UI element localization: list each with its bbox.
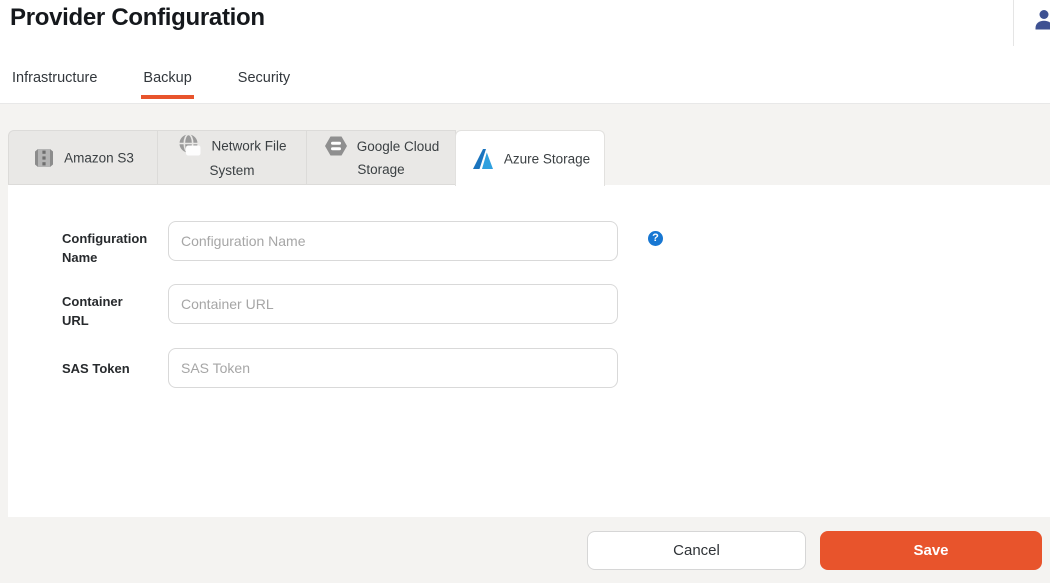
- sas-token-input[interactable]: [168, 348, 618, 388]
- container-url-input[interactable]: [168, 284, 618, 324]
- sas-token-label: SAS Token: [62, 359, 148, 378]
- amazon-s3-icon: [32, 146, 56, 170]
- tab-google-cloud-storage[interactable]: Google Cloud Storage: [306, 130, 456, 185]
- page-body: Amazon S3 Network File System: [0, 104, 1050, 583]
- tab-label: Google Cloud Storage: [357, 139, 440, 177]
- container-url-label: Container URL: [62, 292, 148, 330]
- cancel-button[interactable]: Cancel: [587, 531, 806, 570]
- page-title: Provider Configuration: [10, 4, 265, 32]
- nav-tab-security[interactable]: Security: [236, 70, 292, 99]
- tab-azure-storage[interactable]: Azure Storage: [455, 130, 605, 186]
- nav-tab-infrastructure[interactable]: Infrastructure: [10, 70, 99, 99]
- form-actions: Cancel Save: [0, 517, 1050, 583]
- tab-label: Azure Storage: [504, 151, 590, 166]
- tab-network-file-system[interactable]: Network File System: [157, 130, 307, 185]
- tab-amazon-s3[interactable]: Amazon S3: [8, 130, 158, 185]
- header-divider: [1013, 0, 1014, 46]
- provider-form-panel: Configuration Name ? Container URL SAS T…: [8, 185, 1050, 517]
- provider-configuration-page: Provider Configuration Infrastructure Ba…: [0, 0, 1050, 583]
- user-icon[interactable]: [1032, 7, 1050, 31]
- page-header: Provider Configuration Infrastructure Ba…: [0, 0, 1050, 104]
- save-button[interactable]: Save: [820, 531, 1042, 570]
- configuration-name-label: Configuration Name: [62, 229, 148, 267]
- azure-storage-icon: [470, 147, 496, 171]
- configuration-name-input[interactable]: [168, 221, 618, 261]
- provider-tabstrip: Amazon S3 Network File System: [8, 130, 605, 186]
- network-file-system-icon: [177, 133, 203, 159]
- google-cloud-storage-icon: [323, 135, 349, 157]
- tab-label: Network File System: [209, 139, 286, 179]
- help-icon[interactable]: ?: [648, 231, 663, 246]
- tab-label: Amazon S3: [64, 150, 134, 165]
- nav-tab-backup[interactable]: Backup: [141, 70, 193, 99]
- main-nav: Infrastructure Backup Security: [10, 70, 292, 99]
